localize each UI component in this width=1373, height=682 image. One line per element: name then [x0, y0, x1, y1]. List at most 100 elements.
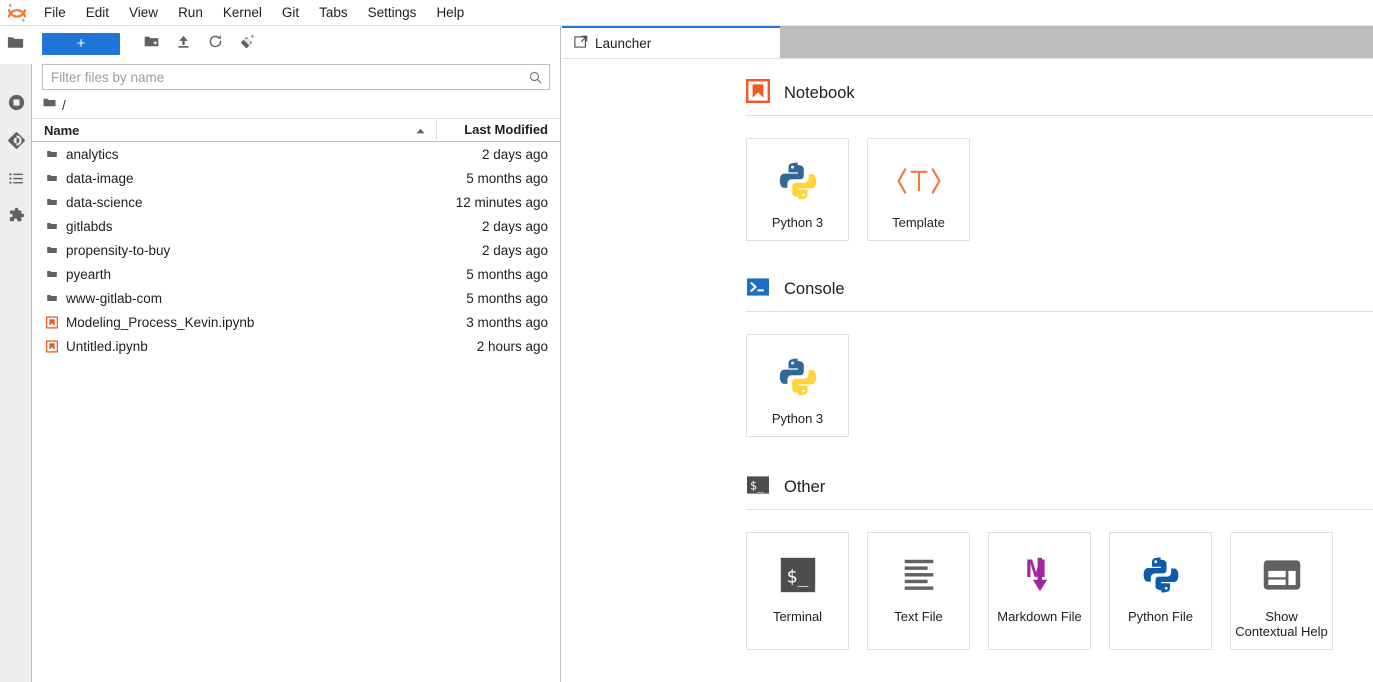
notebook-icon — [32, 316, 58, 329]
launcher-card-python-file[interactable]: Python File — [1109, 532, 1212, 650]
file-list-item[interactable]: data-science12 minutes ago — [32, 190, 560, 214]
folder-icon — [32, 243, 58, 257]
console-icon — [746, 275, 770, 304]
menu-item-kernel[interactable]: Kernel — [213, 0, 272, 26]
menu-bar: File Edit View Run Kernel Git Tabs Setti… — [0, 0, 1373, 26]
launcher-card-text-file[interactable]: Text File — [867, 532, 970, 650]
file-filter[interactable] — [42, 64, 550, 90]
list-icon — [7, 169, 26, 193]
launcher-card-label: Markdown File — [997, 609, 1082, 624]
file-list-item[interactable]: data-image5 months ago — [32, 166, 560, 190]
file-list-item-modified: 12 minutes ago — [436, 195, 560, 210]
new-checkpoint-button[interactable] — [232, 31, 262, 57]
launcher-section-notebook: Notebook Python 3 — [562, 71, 1373, 241]
file-list-item[interactable]: gitlabds2 days ago — [32, 214, 560, 238]
launcher-card-label: Python File — [1128, 609, 1193, 624]
folder-icon — [32, 171, 58, 185]
refresh-file-list-button[interactable] — [200, 31, 230, 57]
folder-icon — [6, 33, 25, 57]
folder-icon — [42, 95, 57, 115]
python-file-icon — [1140, 549, 1182, 601]
svg-text:$_: $_ — [750, 478, 764, 492]
menu-item-help[interactable]: Help — [426, 0, 474, 26]
menu-item-tabs[interactable]: Tabs — [309, 0, 358, 26]
sidebar-item-running[interactable] — [0, 86, 32, 124]
jupyter-logo-icon[interactable] — [0, 0, 34, 26]
launcher-card-label: Template — [892, 215, 945, 230]
launcher-cards-console: Python 3 — [562, 312, 1373, 437]
svg-text:M: M — [1025, 556, 1046, 583]
launcher-section-console-header: Console — [562, 267, 1373, 311]
launcher-section-other: $_ Other $_ Terminal — [562, 465, 1373, 650]
folder-icon — [32, 267, 58, 281]
file-list-item-modified: 5 months ago — [436, 171, 560, 186]
file-list-item-name: data-image — [58, 171, 436, 186]
file-filter-wrapper — [32, 62, 560, 90]
file-list-item-modified: 2 days ago — [436, 147, 560, 162]
menu-item-view[interactable]: View — [119, 0, 168, 26]
sidebar-item-file-browser[interactable] — [0, 26, 32, 64]
menu-item-git[interactable]: Git — [272, 0, 309, 26]
markdown-icon: M — [1019, 549, 1061, 601]
terminal-icon: $_ — [746, 473, 770, 502]
file-list-header: Name Last Modified — [32, 118, 560, 142]
file-browser-toolbar: + — [32, 26, 560, 62]
folder-icon — [32, 195, 58, 209]
file-list-item[interactable]: pyearth5 months ago — [32, 262, 560, 286]
search-input[interactable] — [43, 65, 528, 89]
column-header-name[interactable]: Name — [32, 123, 436, 138]
file-list-item-name: propensity-to-buy — [58, 243, 436, 258]
launcher-card-notebook-python3[interactable]: Python 3 — [746, 138, 849, 241]
new-launcher-button[interactable]: + — [42, 33, 120, 55]
file-list-item-modified: 2 days ago — [436, 243, 560, 258]
launcher-card-label: Terminal — [773, 609, 822, 624]
menu-item-settings[interactable]: Settings — [358, 0, 427, 26]
launcher-card-label: Text File — [894, 609, 942, 624]
python-logo-icon — [776, 351, 820, 403]
file-list-item[interactable]: Untitled.ipynb2 hours ago — [32, 334, 560, 358]
puzzle-piece-icon — [7, 207, 26, 231]
column-header-name-label: Name — [44, 123, 79, 138]
breadcrumb[interactable]: / — [32, 92, 560, 118]
file-list-item[interactable]: propensity-to-buy2 days ago — [32, 238, 560, 262]
tab-launcher[interactable]: Launcher — [562, 26, 780, 58]
file-list-item-modified: 3 months ago — [436, 315, 560, 330]
file-list-item-name: www-gitlab-com — [58, 291, 436, 306]
file-browser-panel: + — [32, 26, 561, 682]
file-list-item-modified: 5 months ago — [436, 267, 560, 282]
launcher-card-label: Python 3 — [772, 215, 823, 230]
breadcrumb-root[interactable]: / — [62, 98, 66, 113]
new-folder-button[interactable] — [136, 31, 166, 57]
template-angle-t-icon — [894, 155, 944, 207]
launcher-section-other-title: Other — [784, 478, 825, 497]
launcher-card-terminal[interactable]: $_ Terminal — [746, 532, 849, 650]
column-header-last-modified[interactable]: Last Modified — [436, 118, 560, 142]
rail-spacer — [0, 64, 31, 86]
menu-item-edit[interactable]: Edit — [76, 0, 119, 26]
file-list-item-modified: 2 days ago — [436, 219, 560, 234]
menu-item-run[interactable]: Run — [168, 0, 213, 26]
refresh-icon — [207, 33, 224, 55]
tab-launcher-label: Launcher — [595, 36, 651, 51]
menu-item-file[interactable]: File — [34, 0, 76, 26]
launcher-card-markdown-file[interactable]: M Markdown File — [988, 532, 1091, 650]
sidebar-item-table-of-contents[interactable] — [0, 162, 32, 200]
upload-files-button[interactable] — [168, 31, 198, 57]
dock-tab-bar: Launcher — [562, 26, 1373, 58]
launcher-card-notebook-template[interactable]: Template — [867, 138, 970, 241]
file-list-item[interactable]: analytics2 days ago — [32, 142, 560, 166]
file-list-item-name: data-science — [58, 195, 436, 210]
sidebar-item-extension-manager[interactable] — [0, 200, 32, 238]
file-list-item[interactable]: www-gitlab-com5 months ago — [32, 286, 560, 310]
launcher-cards-other: $_ Terminal Te — [562, 510, 1373, 650]
launcher-panel: Notebook Python 3 — [562, 59, 1373, 682]
file-list-item[interactable]: Modeling_Process_Kevin.ipynb3 months ago — [32, 310, 560, 334]
sidebar-item-git[interactable] — [0, 124, 32, 162]
git-tag-icon — [239, 33, 256, 55]
launcher-section-console-title: Console — [784, 280, 845, 299]
launcher-card-console-python3[interactable]: Python 3 — [746, 334, 849, 437]
main-dock-area: Launcher Notebook — [562, 26, 1373, 682]
contextual-help-icon — [1261, 549, 1303, 601]
launcher-card-show-contextual-help[interactable]: Show Contextual Help — [1230, 532, 1333, 650]
search-icon[interactable] — [528, 70, 549, 85]
